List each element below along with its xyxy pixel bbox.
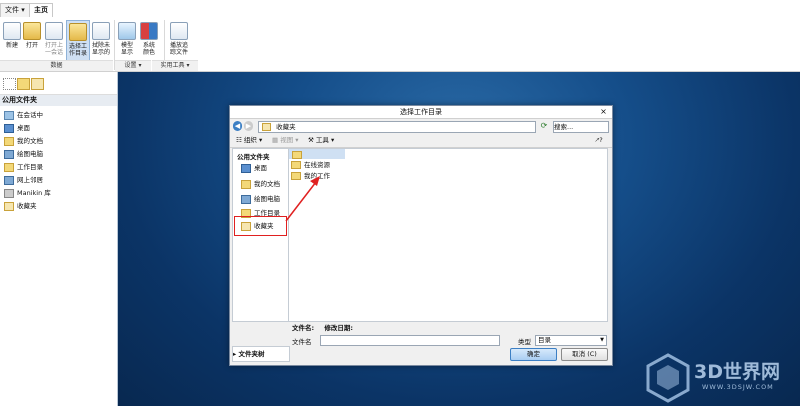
working-dir-icon [4, 162, 14, 172]
home-tab[interactable]: 主页 [29, 3, 53, 18]
folder-browser-icon[interactable] [17, 78, 30, 90]
model-display-button[interactable]: 模型 显示 [116, 20, 138, 60]
menu-bar: 文件 ▾ 主页 [0, 0, 800, 18]
ok-button[interactable]: 确定 [510, 348, 557, 361]
file-info-row: 文件名: 修改日期: [292, 322, 353, 332]
play-trail-icon [170, 22, 188, 40]
model-tree-icon[interactable] [3, 78, 16, 90]
system-color-icon [140, 22, 158, 40]
open-button[interactable]: 打开 [21, 20, 43, 60]
lp-item-network[interactable]: 网上邻居 [4, 175, 43, 186]
new-button[interactable]: 新建 [1, 20, 23, 60]
open-session-icon [45, 22, 63, 40]
open-last-session-label: 打开上 一会话 [44, 42, 63, 56]
play-trail-file-button[interactable]: 播放追 踪文件 [168, 20, 190, 60]
cube-logo-icon [646, 353, 690, 403]
select-working-directory-label: 选择工 作目录 [68, 43, 87, 57]
model-display-label: 模型 显示 [120, 42, 133, 56]
model-display-icon [118, 22, 136, 40]
watermark-url: WWW.3DSJW.COM [702, 383, 774, 391]
desktop-icon [4, 123, 14, 133]
erase-not-displayed-label: 拭除未 显示的 [91, 42, 110, 56]
open-last-session-button[interactable]: 打开上 一会话 [43, 20, 65, 60]
lp-item-my-documents[interactable]: 我的文档 [4, 136, 43, 147]
select-working-directory-dialog: 选择工作目录 × ◀ ▶ 收藏夹 ⟳ 搜索... ☷ 组织 ▾ ▦ 视图 ▾ ⚒… [229, 105, 613, 366]
documents-folder-icon [4, 136, 14, 146]
file-name-label: 文件名 [292, 338, 312, 346]
eraser-icon [92, 22, 110, 40]
session-icon [4, 110, 14, 120]
red-annotation-arrow [285, 176, 320, 222]
ribbon: 新建 打开 打开上 一会话 选择工 作目录 拭除未 显示的 模型 显示 系统 颜色 播放追… [0, 17, 800, 72]
lp-item-working-directory[interactable]: 工作目录 [4, 162, 43, 173]
manikin-icon [4, 188, 14, 198]
play-trail-file-label: 播放追 踪文件 [169, 42, 188, 56]
lp-item-computer[interactable]: 绘图电脑 [4, 149, 43, 160]
lp-item-desktop[interactable]: 桌面 [4, 123, 30, 134]
open-button-label: 打开 [25, 42, 38, 49]
select-working-directory-button[interactable]: 选择工 作目录 [66, 20, 90, 62]
group-utilities-label[interactable]: 实用工具 ▾ [152, 60, 198, 71]
file-name-column: 文件名: [292, 324, 315, 332]
working-directory-icon [69, 23, 87, 41]
watermark: 3D世界网 WWW.3DSJW.COM [642, 351, 800, 406]
folder-tree-toggle[interactable]: ▸ 文件夹树 [232, 346, 290, 362]
erase-not-displayed-button[interactable]: 拭除未 显示的 [90, 20, 112, 60]
navigator-toolbar [0, 72, 117, 95]
folder-open-icon [23, 22, 41, 40]
lp-item-favorites[interactable]: 收藏夹 [4, 201, 37, 212]
type-select[interactable]: 目录 ▼ [535, 335, 607, 346]
computer-icon [4, 149, 14, 159]
cancel-button[interactable]: 取消 (C) [561, 348, 608, 361]
group-data-label: 数据 [0, 60, 113, 71]
watermark-text: 3D世界网 [694, 361, 780, 383]
chevron-down-icon: ▼ [600, 337, 604, 343]
lp-item-in-session[interactable]: 在会话中 [4, 110, 43, 121]
network-icon [4, 175, 14, 185]
lp-item-manikin[interactable]: Manikin 库 [4, 188, 51, 199]
file-menu-tab[interactable]: 文件 ▾ [0, 3, 30, 17]
type-label: 类型 [518, 338, 531, 346]
new-button-label: 新建 [5, 42, 18, 49]
modified-date-column: 修改日期: [324, 324, 353, 332]
favorites-icon[interactable] [31, 78, 44, 90]
common-folders-header: 公用文件夹 [0, 95, 117, 106]
system-color-button[interactable]: 系统 颜色 [138, 20, 160, 60]
system-color-label: 系统 颜色 [142, 42, 155, 56]
file-name-input[interactable] [320, 335, 500, 346]
group-settings-label[interactable]: 设置 ▾ [115, 60, 151, 71]
left-navigator-panel: 公用文件夹 在会话中 桌面 我的文档 绘图电脑 工作目录 网上邻居 Maniki… [0, 72, 118, 406]
favorites-folder-icon [4, 201, 14, 211]
new-file-icon [3, 22, 21, 40]
